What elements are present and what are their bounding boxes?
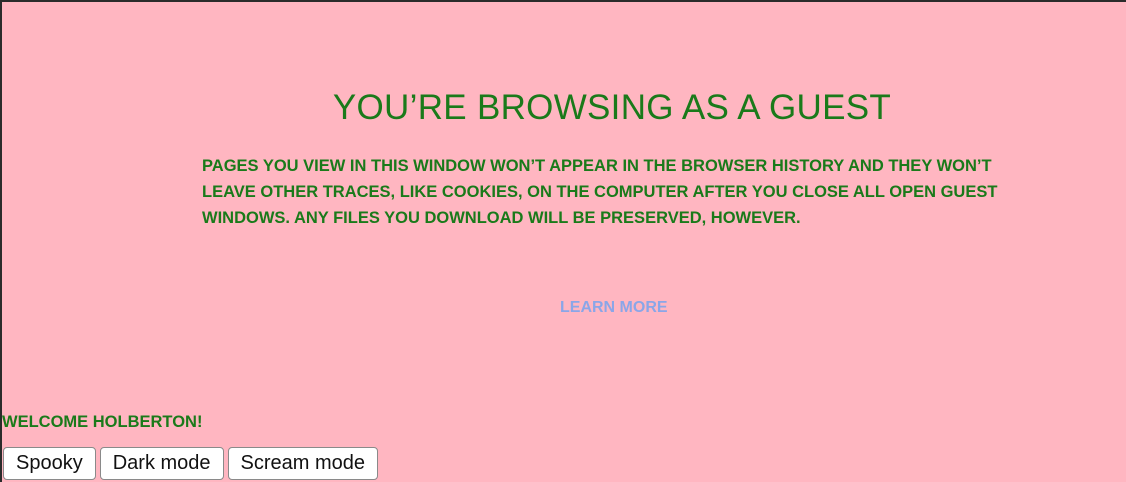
page-title: YOU’RE BROWSING AS A GUEST <box>332 88 892 127</box>
guest-page: YOU’RE BROWSING AS A GUEST PAGES YOU VIE… <box>2 2 1126 482</box>
mode-buttons: Spooky Dark mode Scream mode <box>3 447 379 480</box>
spooky-button[interactable]: Spooky <box>3 447 96 480</box>
dark-mode-button[interactable]: Dark mode <box>99 447 224 480</box>
welcome-message: WELCOME HOLBERTON! <box>2 413 203 431</box>
guest-description: PAGES YOU VIEW IN THIS WINDOW WON’T APPE… <box>202 157 998 227</box>
learn-more-link[interactable]: LEARN MORE <box>560 298 668 318</box>
scream-mode-button[interactable]: Scream mode <box>227 447 379 480</box>
